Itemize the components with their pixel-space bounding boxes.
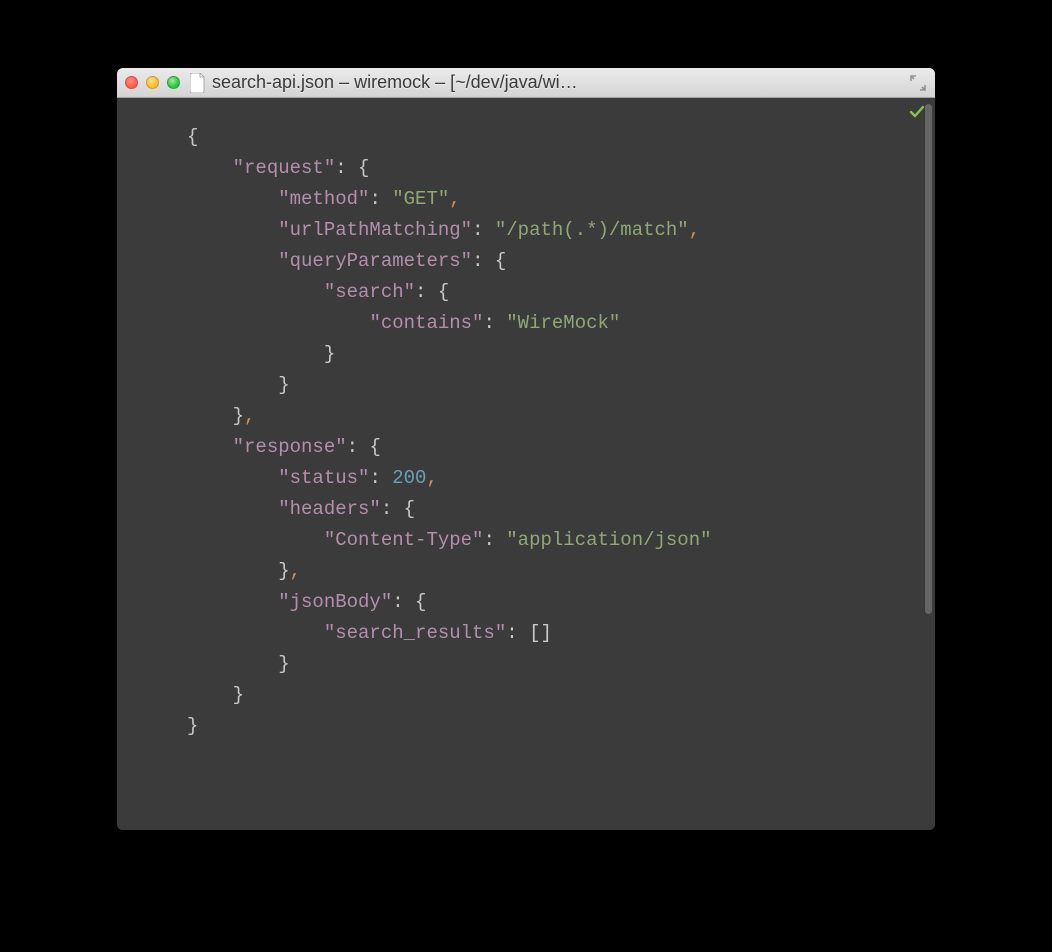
json-key: "response"	[233, 436, 347, 458]
indent	[187, 281, 324, 303]
file-icon	[190, 73, 206, 93]
punct: ,	[290, 560, 301, 582]
indent	[187, 436, 233, 458]
json-key: "method"	[278, 188, 369, 210]
validation-ok-icon	[909, 104, 925, 125]
punct: :	[369, 188, 392, 210]
code-content[interactable]: { "request": { "method": "GET", "urlPath…	[117, 98, 935, 742]
indent	[187, 684, 233, 706]
close-window-button[interactable]	[125, 76, 138, 89]
punct: :	[506, 622, 529, 644]
brace: }	[278, 560, 289, 582]
indent	[187, 653, 278, 675]
punct: ,	[689, 219, 700, 241]
punct: : {	[415, 281, 449, 303]
punct: :	[483, 529, 506, 551]
punct: :	[472, 219, 495, 241]
json-key: "queryParameters"	[278, 250, 472, 272]
brace: }	[187, 715, 198, 737]
json-array: []	[529, 622, 552, 644]
json-string: "application/json"	[506, 529, 711, 551]
punct: ,	[244, 405, 255, 427]
punct: :	[483, 312, 506, 334]
brace: }	[278, 653, 289, 675]
json-key: "search_results"	[324, 622, 506, 644]
indent	[187, 219, 278, 241]
json-key: "headers"	[278, 498, 381, 520]
traffic-lights	[125, 76, 180, 89]
punct: : {	[381, 498, 415, 520]
indent	[187, 591, 278, 613]
punct: : {	[335, 157, 369, 179]
json-key: "jsonBody"	[278, 591, 392, 613]
window-title: search-api.json – wiremock – [~/dev/java…	[212, 72, 903, 93]
punct: ,	[449, 188, 460, 210]
brace: {	[187, 126, 198, 148]
fullscreen-icon[interactable]	[909, 74, 927, 92]
zoom-window-button[interactable]	[167, 76, 180, 89]
indent	[187, 498, 278, 520]
indent	[187, 560, 278, 582]
titlebar[interactable]: search-api.json – wiremock – [~/dev/java…	[117, 68, 935, 98]
punct: :	[369, 467, 392, 489]
indent	[187, 250, 278, 272]
indent	[187, 343, 324, 365]
brace: }	[278, 374, 289, 396]
json-key: "contains"	[369, 312, 483, 334]
indent	[187, 529, 324, 551]
editor-area[interactable]: { "request": { "method": "GET", "urlPath…	[117, 98, 935, 830]
brace: }	[233, 684, 244, 706]
json-key: "search"	[324, 281, 415, 303]
json-string: "GET"	[392, 188, 449, 210]
indent	[187, 405, 233, 427]
vertical-scrollbar[interactable]	[925, 104, 932, 614]
punct: : {	[347, 436, 381, 458]
json-number: 200	[392, 467, 426, 489]
punct: ,	[426, 467, 437, 489]
minimize-window-button[interactable]	[146, 76, 159, 89]
json-string: "/path(.*)/match"	[495, 219, 689, 241]
punct: : {	[392, 591, 426, 613]
indent	[187, 467, 278, 489]
brace: }	[233, 405, 244, 427]
json-key: "Content-Type"	[324, 529, 484, 551]
json-key: "status"	[278, 467, 369, 489]
indent	[187, 157, 233, 179]
indent	[187, 374, 278, 396]
brace: }	[324, 343, 335, 365]
json-key: "request"	[233, 157, 336, 179]
indent	[187, 312, 369, 334]
json-key: "urlPathMatching"	[278, 219, 472, 241]
json-string: "WireMock"	[506, 312, 620, 334]
editor-window: search-api.json – wiremock – [~/dev/java…	[117, 68, 935, 830]
indent	[187, 622, 324, 644]
indent	[187, 188, 278, 210]
punct: : {	[472, 250, 506, 272]
